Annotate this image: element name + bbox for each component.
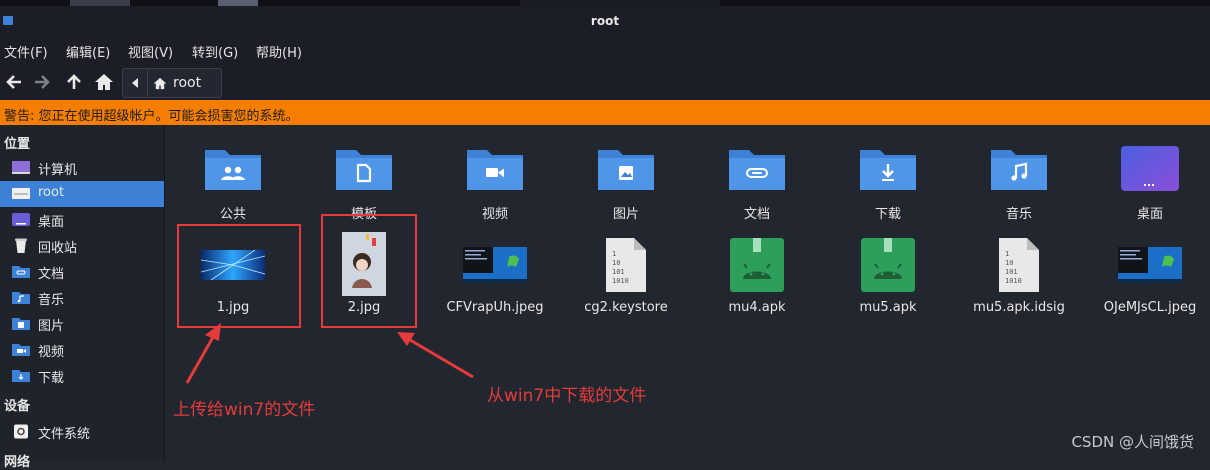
binary-file-icon: 1101011010 xyxy=(999,238,1039,292)
folder-templates-icon xyxy=(336,150,392,190)
drive-icon xyxy=(14,424,28,439)
desktop-icon xyxy=(12,213,30,226)
sidebar-item-pictures[interactable]: 图片 xyxy=(0,311,164,337)
file-item[interactable]: 下载 xyxy=(823,135,953,225)
file-item[interactable]: 视频 xyxy=(430,135,560,225)
documents-icon xyxy=(12,266,30,278)
sidebar-item-root[interactable]: root xyxy=(0,181,164,207)
desktop-folder-icon xyxy=(1121,146,1179,191)
sidebar-item-documents[interactable]: 文档 xyxy=(0,259,164,285)
sidebar-item-desktop[interactable]: 桌面 xyxy=(0,207,164,233)
binary-file-icon: 1101011010 xyxy=(606,238,646,292)
videos-icon xyxy=(12,344,30,356)
sidebar-item-computer[interactable]: 计算机 xyxy=(0,155,164,181)
file-item[interactable]: 文档 xyxy=(692,135,822,225)
trash-icon xyxy=(15,238,27,253)
file-item[interactable]: 公共 xyxy=(168,135,298,225)
pictures-icon xyxy=(12,318,30,330)
chevron-left-icon xyxy=(132,78,138,88)
apk-icon xyxy=(861,238,915,292)
menu-bar: 文件(F) 编辑(E) 视图(V) 转到(G) 帮助(H) xyxy=(0,36,1210,64)
menu-view[interactable]: 视图(V) xyxy=(128,42,173,61)
sidebar-header-devices: 设备 xyxy=(4,399,31,414)
menu-help[interactable]: 帮助(H) xyxy=(256,42,302,61)
watermark: CSDN @人间饿货 xyxy=(1071,433,1194,451)
arrow-up-icon xyxy=(67,74,81,89)
sidebar-header-network: 网络 xyxy=(4,455,31,470)
warning-text: 警告: 您正在使用超级帐户。可能会损害您的系统。 xyxy=(4,109,299,124)
menu-file[interactable]: 文件(F) xyxy=(4,42,48,61)
sidebar-item-music[interactable]: 音乐 xyxy=(0,285,164,311)
path-bar: root xyxy=(122,68,222,98)
file-grid: 公共 模板 视频 图片 文档 下载 音乐 桌面 1.jpg 2.jpg CFVr… xyxy=(165,125,1210,462)
warning-banner: 警告: 您正在使用超级帐户。可能会损害您的系统。 xyxy=(0,100,1210,125)
music-icon xyxy=(12,292,30,304)
file-item[interactable]: mu5.apk xyxy=(823,232,953,322)
folder-videos-icon xyxy=(467,150,523,190)
home-button[interactable] xyxy=(92,70,116,94)
highlight-box-uploaded xyxy=(177,224,301,328)
svg-text:1010: 1010 xyxy=(1005,277,1022,285)
folder-pictures-icon xyxy=(598,150,654,190)
sidebar: 位置 计算机 root 桌面 回收站 文档 音乐 图片 视频 下载 设备 文件系… xyxy=(0,125,165,470)
home-icon xyxy=(153,77,167,89)
svg-text:1010: 1010 xyxy=(612,277,629,285)
file-item[interactable]: 1 10 101 1010 cg2.keystore xyxy=(561,232,691,322)
annotation-arrows xyxy=(185,323,474,384)
svg-text:1: 1 xyxy=(1005,250,1009,258)
file-item[interactable]: 桌面 xyxy=(1085,135,1210,225)
folder-documents-icon xyxy=(729,150,785,190)
file-item[interactable]: mu4.apk xyxy=(692,232,822,322)
menu-go[interactable]: 转到(G) xyxy=(192,42,238,61)
sidebar-item-videos[interactable]: 视频 xyxy=(0,337,164,363)
up-button[interactable] xyxy=(62,70,86,94)
forward-button[interactable] xyxy=(30,70,54,94)
sidebar-item-filesystem[interactable]: 文件系统 xyxy=(0,419,164,445)
toolbar: root xyxy=(0,64,1210,100)
svg-text:101: 101 xyxy=(612,268,625,276)
image-thumbnail-icon xyxy=(463,247,527,283)
window-title: root xyxy=(590,14,620,28)
downloads-icon xyxy=(12,370,30,382)
folder-downloads-icon xyxy=(860,150,916,190)
arrow-right-icon xyxy=(35,75,50,89)
home-icon xyxy=(95,74,113,90)
sidebar-item-trash[interactable]: 回收站 xyxy=(0,233,164,259)
svg-text:10: 10 xyxy=(1005,259,1013,267)
breadcrumb-label: root xyxy=(173,75,202,91)
breadcrumb-root[interactable]: root xyxy=(153,75,201,91)
computer-icon xyxy=(12,161,30,174)
sidebar-item-downloads[interactable]: 下载 xyxy=(0,363,164,389)
annotation-downloaded: 从win7中下载的文件 xyxy=(487,386,647,406)
annotation-uploaded: 上传给win7的文件 xyxy=(173,400,316,420)
file-item[interactable]: CFVrapUh.jpeg xyxy=(430,232,560,322)
file-item[interactable]: 音乐 xyxy=(954,135,1084,225)
file-item[interactable]: 图片 xyxy=(561,135,691,225)
file-item[interactable]: OJeMJsCL.jpeg xyxy=(1085,232,1210,322)
folder-music-icon xyxy=(991,150,1047,190)
arrow-left-icon xyxy=(6,75,21,89)
svg-text:10: 10 xyxy=(612,259,620,267)
back-button[interactable] xyxy=(2,70,26,94)
file-item[interactable]: 模板 xyxy=(299,135,429,225)
title-bar: root xyxy=(0,6,1210,36)
apk-icon xyxy=(730,238,784,292)
image-thumbnail-icon xyxy=(1118,247,1182,283)
highlight-box-downloaded xyxy=(321,214,417,328)
path-toggle-button[interactable] xyxy=(123,69,148,97)
menu-edit[interactable]: 编辑(E) xyxy=(66,42,110,61)
svg-text:1: 1 xyxy=(612,250,616,258)
folder-public-icon xyxy=(205,150,261,190)
file-item[interactable]: 1 10 101 1010 mu5.apk.idsig xyxy=(954,232,1084,322)
home-icon xyxy=(12,188,30,199)
svg-text:101: 101 xyxy=(1005,268,1018,276)
sidebar-header-places: 位置 xyxy=(4,137,31,152)
